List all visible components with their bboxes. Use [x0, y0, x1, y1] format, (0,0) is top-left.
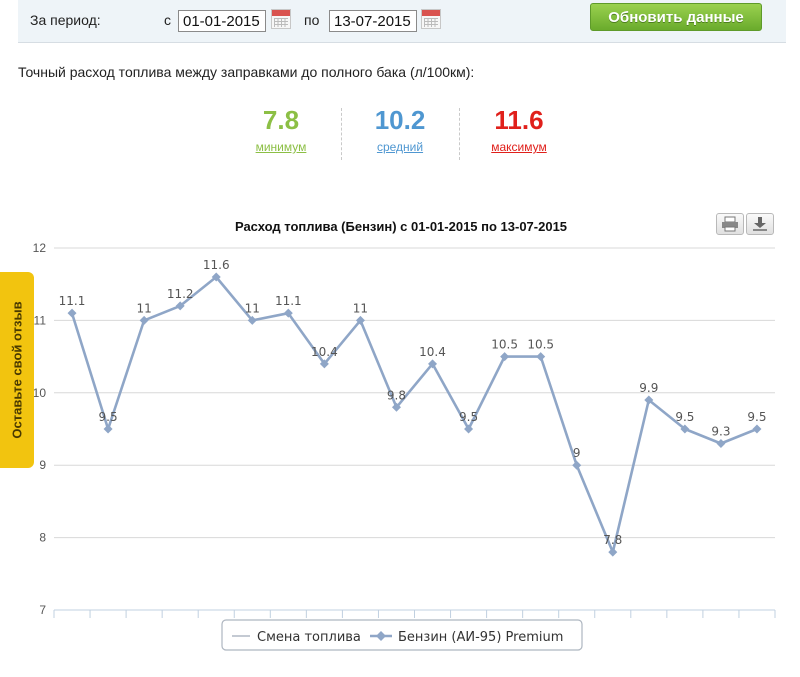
y-axis-ticks: 7 8 9 10 11 12 — [33, 241, 47, 617]
data-label: 10.5 — [491, 338, 518, 352]
y-tick-label: 7 — [39, 603, 46, 617]
data-label: 10.4 — [419, 345, 446, 359]
data-label: 11 — [136, 301, 151, 315]
data-label: 11.6 — [203, 258, 230, 272]
download-icon — [753, 217, 767, 231]
stat-max-link[interactable]: максимум — [460, 140, 578, 154]
data-label: 11 — [353, 301, 368, 315]
data-labels: 11.1 9.5 11 11.2 11.6 11 11.1 10.4 11 9.8 10.4 9.5 1… — [59, 258, 767, 547]
data-label: 9.9 — [639, 381, 658, 395]
stat-avg: 10.2 средний — [341, 104, 459, 154]
stat-min-link[interactable]: минимум — [222, 140, 340, 154]
consumption-description: Точный расход топлива между заправками д… — [18, 64, 475, 80]
data-label: 9.5 — [459, 410, 478, 424]
to-date-input[interactable] — [329, 10, 417, 32]
y-tick-label: 9 — [39, 458, 46, 472]
y-tick-label: 8 — [39, 531, 46, 545]
chart-grid — [54, 247, 775, 611]
period-label: За период: — [30, 12, 101, 28]
data-point — [572, 460, 582, 470]
print-button[interactable] — [716, 213, 744, 235]
series-line — [70, 275, 758, 554]
fuel-consumption-chart: Расход топлива (Бензин) с 01-01-2015 по … — [33, 219, 776, 651]
stat-max-value: 11.6 — [494, 105, 544, 135]
to-label: по — [304, 12, 320, 28]
period-filter-bar: За период: с по Обновить данные — [18, 0, 786, 43]
y-tick-label: 10 — [33, 386, 47, 400]
data-label: 9.3 — [711, 424, 730, 438]
feedback-tab-label: Оставьте свой отзыв — [9, 301, 25, 439]
data-label: 9.5 — [99, 410, 118, 424]
data-label: 9 — [573, 446, 581, 460]
data-label: 9.5 — [675, 410, 694, 424]
printer-icon — [722, 216, 738, 232]
refresh-data-button[interactable]: Обновить данные — [590, 3, 762, 31]
data-point — [608, 547, 618, 557]
data-point — [67, 308, 77, 318]
data-label: 11.1 — [59, 294, 86, 308]
data-point — [752, 424, 762, 434]
data-point — [103, 424, 113, 434]
data-label: 11 — [245, 301, 260, 315]
data-point — [139, 315, 149, 325]
y-tick-label: 11 — [34, 313, 47, 327]
data-point — [716, 438, 726, 448]
stat-min-value: 7.8 — [262, 105, 300, 135]
from-calendar-icon[interactable] — [271, 9, 291, 29]
data-label: 7.8 — [603, 533, 622, 547]
data-label: 10.4 — [311, 345, 338, 359]
data-point — [536, 352, 546, 362]
series-points — [67, 272, 762, 557]
y-tick-label: 12 — [33, 241, 47, 255]
chart-legend: Смена топлива Бензин (АИ-95) Premium — [221, 619, 583, 651]
stat-avg-link[interactable]: средний — [341, 140, 459, 154]
legend-item-gasoline[interactable]: Бензин (АИ-95) Premium — [398, 630, 563, 645]
x-axis-ticks — [53, 610, 776, 618]
data-label: 11.2 — [167, 287, 194, 301]
data-point — [500, 352, 510, 362]
legend-item-fuel-change[interactable]: Смена топлива — [257, 630, 361, 645]
data-label: 11.1 — [275, 294, 302, 308]
chart-title: Расход топлива (Бензин) с 01-01-2015 по … — [235, 219, 567, 234]
stat-avg-value: 10.2 — [374, 105, 426, 135]
feedback-tab[interactable]: Оставьте свой отзыв — [0, 272, 34, 468]
from-date-input[interactable] — [178, 10, 266, 32]
stat-max: 11.6 максимум — [460, 104, 578, 154]
data-label: 10.5 — [527, 338, 554, 352]
data-label: 9.8 — [387, 388, 406, 402]
export-button[interactable] — [746, 213, 774, 235]
data-label: 9.5 — [747, 410, 766, 424]
from-label: с — [164, 12, 171, 28]
stat-min: 7.8 минимум — [222, 104, 340, 154]
to-calendar-icon[interactable] — [421, 9, 441, 29]
